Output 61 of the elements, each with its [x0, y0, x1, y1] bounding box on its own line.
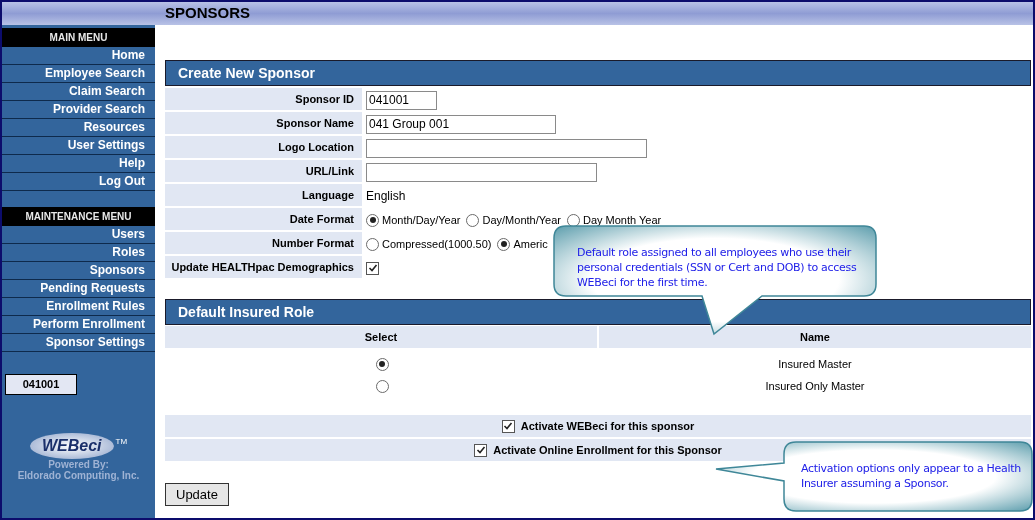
text-field[interactable]: 041001 [366, 90, 437, 110]
menu-item[interactable]: Provider Search [2, 101, 155, 119]
field-label: Logo Location [165, 136, 362, 160]
menu-item[interactable]: Sponsors [2, 262, 155, 280]
field-value: English [366, 188, 406, 205]
menu-heading: MAINTENANCE MENU [2, 207, 155, 226]
menu-item[interactable]: Claim Search [2, 83, 155, 101]
field-label: Date Format [165, 208, 362, 232]
section-header: Create New Sponsor [165, 60, 1031, 86]
menu-item[interactable]: Perform Enrollment [2, 316, 155, 334]
text-field[interactable] [366, 138, 647, 158]
role-name: Insured Only Master [765, 378, 865, 394]
menu-heading: MAIN MENU [2, 28, 155, 47]
menu-item[interactable]: Roles [2, 244, 155, 262]
menu-item[interactable]: Enrollment Rules [2, 298, 155, 316]
sponsor-badge: 041001 [5, 373, 77, 395]
menu-item[interactable]: Help [2, 155, 155, 173]
activation-label: Activate Online Enrollment for this Sponsor [493, 442, 722, 458]
field-label: Number Format [165, 232, 362, 256]
checkbox[interactable] [474, 443, 488, 457]
column-header: Name [599, 326, 1031, 348]
radio-button[interactable] [375, 379, 389, 393]
radio-button[interactable] [466, 213, 480, 227]
menu-item[interactable]: Home [2, 47, 155, 65]
text-field[interactable]: 041 Group 001 [366, 114, 556, 134]
menu-item[interactable]: Sponsor Settings [2, 334, 155, 352]
menu-item[interactable]: Users [2, 226, 155, 244]
radio-button[interactable] [497, 237, 511, 251]
activation-label: Activate WEBeci for this sponsor [520, 418, 695, 434]
role-name: Insured Master [778, 356, 852, 372]
trademark-text: TM [115, 436, 128, 448]
column-header: Select [165, 326, 597, 348]
menu-item[interactable]: User Settings [2, 137, 155, 155]
checkbox[interactable] [501, 419, 515, 433]
menu-item[interactable]: Pending Requests [2, 280, 155, 298]
checkbox[interactable] [366, 261, 379, 275]
radio-label: Compressed(1000.50) [382, 236, 492, 252]
section-header: Default Insured Role [165, 299, 1031, 325]
menu-item[interactable]: Employee Search [2, 65, 155, 83]
logo-text: WEBeci [29, 433, 114, 459]
field-label: Sponsor Name [165, 112, 362, 136]
radio-label: Day/Month/Year [482, 212, 561, 228]
text-field[interactable] [366, 162, 597, 182]
radio-button[interactable] [366, 213, 379, 227]
field-label: URL/Link [165, 160, 362, 184]
radio-button[interactable] [375, 357, 389, 371]
callout-text: Activation options only appear to a Health Insurer assuming a Sponsor. [801, 461, 1022, 491]
menu-item[interactable]: Resources [2, 119, 155, 137]
company-text: Eldorado Computing, Inc. [17, 470, 140, 481]
radio-button[interactable] [366, 237, 379, 251]
radio-label: Americ [513, 236, 548, 252]
field-label: Sponsor ID [165, 88, 362, 112]
field-label: Update HEALTHpac Demographics [165, 256, 362, 280]
callout-text: Default role assigned to all employees who use their personal credentials (SSN or Cert and DOB) to access WEBeci for the first time. [577, 245, 857, 290]
radio-label: Month/Day/Year [382, 212, 461, 228]
field-label: Language [165, 184, 362, 208]
menu-item[interactable]: Log Out [2, 173, 155, 191]
page-title: SPONSORS [164, 3, 251, 24]
update-button[interactable]: Update [165, 483, 229, 507]
radio-label: Day Month Year [582, 212, 662, 228]
powered-by-text: Powered By: [48, 459, 109, 470]
